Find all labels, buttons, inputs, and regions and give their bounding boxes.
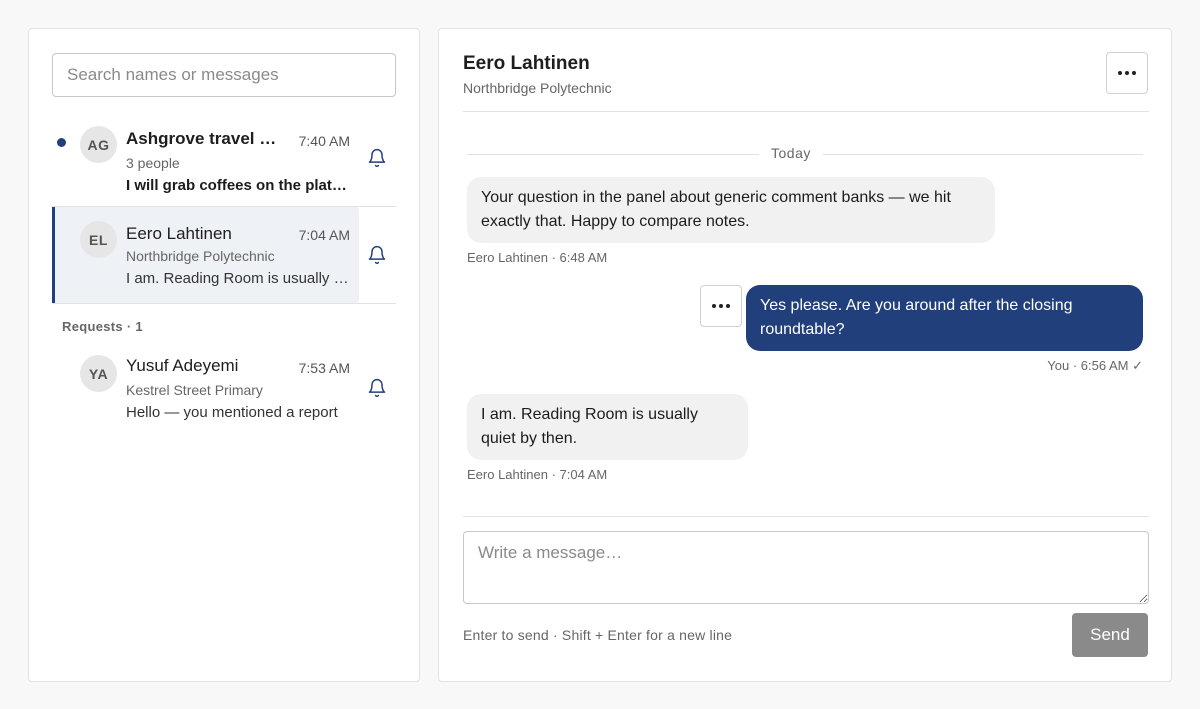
request-item-yusuf[interactable]: YA Yusuf Adeyemi 7:53 AM Kestrel Street …	[52, 341, 396, 431]
conversation-time: 7:04 AM	[298, 227, 350, 243]
unread-dot	[57, 138, 66, 147]
conversation-preview: Hello — you mentioned a report	[126, 404, 338, 421]
send-button[interactable]: Send	[1072, 613, 1148, 657]
composer-divider	[463, 516, 1149, 517]
conversation-name: Eero Lahtinen	[126, 224, 232, 243]
bell-icon[interactable]	[366, 377, 388, 399]
conversation-preview: I will grab coffees on the platform	[126, 177, 351, 194]
conversation-subtitle: Kestrel Street Primary	[126, 382, 263, 398]
message-meta: Eero Lahtinen · 6:48 AM	[467, 250, 608, 265]
search-input[interactable]	[52, 53, 396, 97]
avatar: AG	[80, 126, 117, 163]
requests-label: Requests · 1	[62, 319, 143, 334]
thread-more-button[interactable]	[1106, 52, 1148, 94]
message-thread-panel: Eero Lahtinen Northbridge Polytechnic To…	[438, 28, 1172, 682]
bell-icon[interactable]	[366, 244, 388, 266]
conversation-list-panel: AG Ashgrove travel group 7:40 AM 3 peopl…	[28, 28, 420, 682]
message-meta: Eero Lahtinen · 7:04 AM	[467, 467, 608, 482]
conversation-item-ashgrove[interactable]: AG Ashgrove travel group 7:40 AM 3 peopl…	[52, 113, 396, 206]
conversation-subtitle: 3 people	[126, 155, 180, 171]
thread-subtitle: Northbridge Polytechnic	[463, 80, 612, 96]
conversation-subtitle: Northbridge Polytechnic	[126, 248, 275, 264]
bell-icon[interactable]	[366, 147, 388, 169]
message-bubble-incoming: Your question in the panel about generic…	[467, 177, 995, 243]
header-divider	[463, 111, 1149, 112]
avatar: YA	[80, 355, 117, 392]
thread-title: Eero Lahtinen	[463, 53, 590, 74]
conversation-item-eero[interactable]: EL Eero Lahtinen 7:04 AM Northbridge Pol…	[52, 207, 396, 303]
message-more-button[interactable]	[700, 285, 742, 327]
avatar: EL	[80, 221, 117, 258]
message-bubble-incoming: I am. Reading Room is usually quiet by t…	[467, 394, 748, 460]
composer-hint: Enter to send · Shift + Enter for a new …	[463, 627, 733, 643]
more-horizontal-icon	[1118, 71, 1136, 75]
conversation-time: 7:53 AM	[298, 360, 350, 376]
message-input[interactable]	[463, 531, 1149, 604]
more-horizontal-icon	[712, 304, 730, 308]
conversation-preview: I am. Reading Room is usually quiet by t…	[126, 270, 351, 287]
conversation-time: 7:40 AM	[298, 133, 350, 149]
day-separator-label: Today	[759, 145, 823, 161]
conversation-name: Yusuf Adeyemi	[126, 356, 239, 375]
conversation-name: Ashgrove travel group	[126, 129, 284, 148]
list-divider	[52, 303, 396, 304]
message-bubble-outgoing: Yes please. Are you around after the clo…	[746, 285, 1143, 351]
message-meta: You · 6:56 AM ✓	[1047, 358, 1143, 373]
